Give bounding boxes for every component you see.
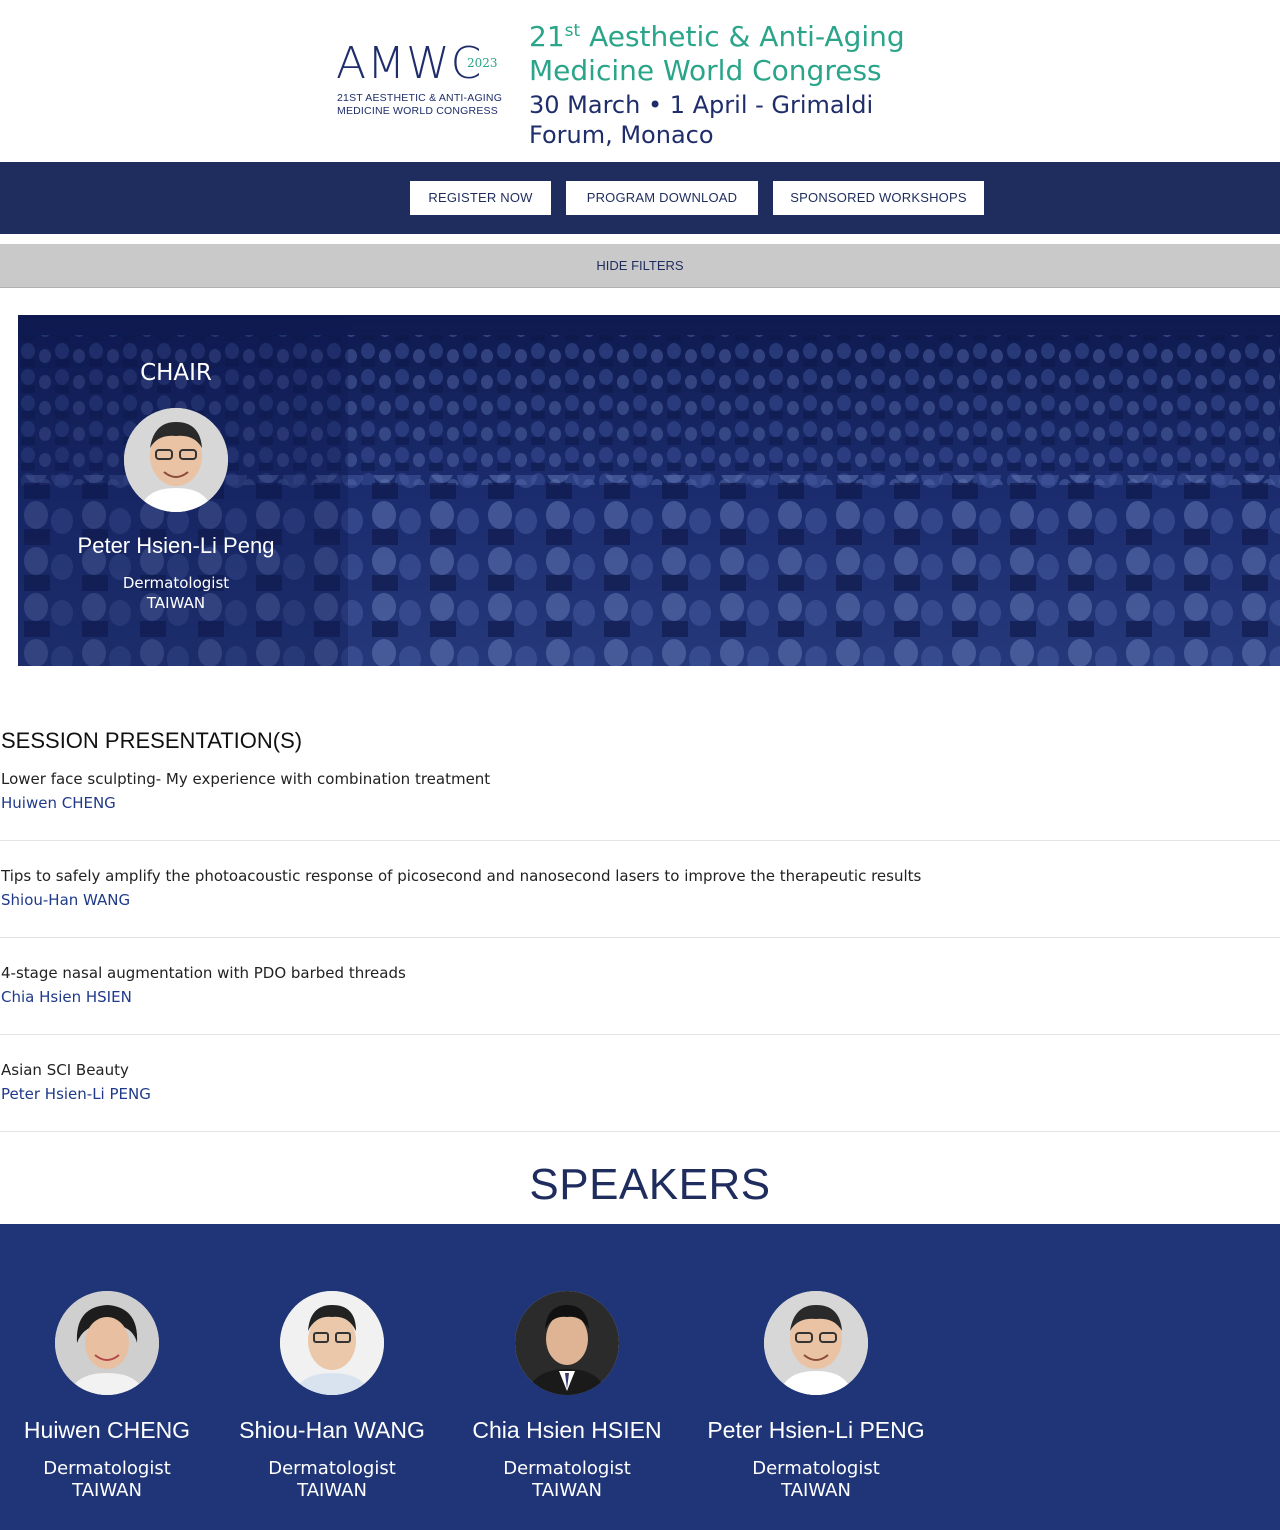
chair-hero-banner: CHAIR Peter Hsien-Li Peng Dermatologist …	[18, 315, 1280, 666]
nav-bar: REGISTER NOW PROGRAM DOWNLOAD SPONSORED …	[0, 162, 1280, 234]
logo-wordmark: AMWC	[336, 38, 483, 89]
presentation-item: Asian SCI Beauty Peter Hsien-Li PENG	[0, 1061, 1280, 1132]
speaker-role: Dermatologist	[503, 1458, 631, 1479]
presentation-title: 4-stage nasal augmentation with PDO barb…	[1, 964, 406, 982]
speaker-role: Dermatologist	[752, 1458, 880, 1479]
congress-title-line1: 21st Aesthetic & Anti-Aging	[529, 14, 949, 54]
chair-name[interactable]: Peter Hsien-Li Peng	[18, 533, 334, 559]
speaker-card[interactable]: Chia Hsien HSIEN Dermatologist TAIWAN	[455, 1224, 679, 1530]
congress-title-rest: Aesthetic & Anti-Aging	[580, 20, 905, 53]
congress-date-line2: Forum, Monaco	[529, 121, 714, 149]
presentation-title: Lower face sculpting- My experience with…	[1, 770, 491, 788]
presentation-title: Asian SCI Beauty	[1, 1061, 129, 1079]
presentation-item: Lower face sculpting- My experience with…	[0, 770, 1280, 841]
sponsored-workshops-button[interactable]: SPONSORED WORKSHOPS	[773, 181, 984, 215]
logo-subtitle-line2: MEDICINE WORLD CONGRESS	[337, 105, 498, 117]
speaker-country: TAIWAN	[72, 1480, 142, 1501]
speaker-name: Peter Hsien-Li PENG	[707, 1417, 925, 1443]
site-header: AMWC 2023 21ST AESTHETIC & ANTI-AGING ME…	[0, 0, 1280, 162]
chair-label: CHAIR	[140, 360, 212, 386]
speaker-role: Dermatologist	[268, 1458, 396, 1479]
speaker-card[interactable]: Peter Hsien-Li PENG Dermatologist TAIWAN	[704, 1224, 928, 1530]
speaker-country: TAIWAN	[297, 1480, 367, 1501]
chair-country: TAIWAN	[146, 594, 206, 612]
chair-role: Dermatologist	[122, 574, 230, 592]
program-download-button[interactable]: PROGRAM DOWNLOAD	[566, 181, 758, 215]
speaker-name: Shiou-Han WANG	[239, 1417, 425, 1443]
speaker-avatar	[515, 1291, 619, 1395]
speaker-name: Huiwen CHENG	[23, 1417, 191, 1443]
speaker-country: TAIWAN	[532, 1480, 602, 1501]
register-now-button[interactable]: REGISTER NOW	[410, 181, 551, 215]
speakers-panel: Huiwen CHENG Dermatologist TAIWAN Shiou-…	[0, 1224, 1280, 1530]
speaker-portrait-icon	[55, 1291, 159, 1395]
congress-ordinal: st	[564, 21, 581, 41]
speaker-card[interactable]: Shiou-Han WANG Dermatologist TAIWAN	[220, 1224, 444, 1530]
presentation-author-link[interactable]: Peter Hsien-Li PENG	[1, 1085, 151, 1103]
chair-portrait-icon	[124, 408, 228, 512]
speaker-avatar	[764, 1291, 868, 1395]
speaker-portrait-icon	[764, 1291, 868, 1395]
amwc-logo[interactable]: AMWC 2023 21ST AESTHETIC & ANTI-AGING ME…	[336, 40, 506, 120]
session-presentations-heading: SESSION PRESENTATION(S)	[1, 728, 303, 753]
speaker-role: Dermatologist	[43, 1458, 171, 1479]
presentation-author-link[interactable]: Huiwen CHENG	[1, 794, 116, 812]
speaker-portrait-icon	[280, 1291, 384, 1395]
presentation-item: Tips to safely amplify the photoacoustic…	[0, 867, 1280, 938]
logo-year: 2023	[467, 56, 498, 70]
chair-avatar[interactable]	[124, 408, 228, 512]
speaker-avatar	[55, 1291, 159, 1395]
presentation-item: 4-stage nasal augmentation with PDO barb…	[0, 964, 1280, 1035]
congress-title: 21st Aesthetic & Anti-Aging Medicine Wor…	[529, 14, 949, 150]
presentation-title: Tips to safely amplify the photoacoustic…	[1, 867, 922, 885]
logo-subtitle-line1: 21ST AESTHETIC & ANTI-AGING	[337, 92, 503, 104]
speaker-avatar	[280, 1291, 384, 1395]
speakers-heading: SPEAKERS	[529, 1160, 771, 1209]
presentation-author-link[interactable]: Chia Hsien HSIEN	[1, 988, 132, 1006]
congress-date-line1: 30 March • 1 April - Grimaldi	[529, 91, 874, 119]
speaker-card[interactable]: Huiwen CHENG Dermatologist TAIWAN	[0, 1224, 219, 1530]
hide-filters-toggle[interactable]: HIDE FILTERS	[0, 244, 1280, 288]
congress-title-line2: Medicine World Congress	[529, 54, 882, 87]
presentation-author-link[interactable]: Shiou-Han WANG	[1, 891, 130, 909]
speaker-portrait-icon	[515, 1291, 619, 1395]
speaker-name: Chia Hsien HSIEN	[472, 1417, 662, 1443]
speaker-country: TAIWAN	[781, 1480, 851, 1501]
congress-number: 21	[529, 20, 565, 53]
